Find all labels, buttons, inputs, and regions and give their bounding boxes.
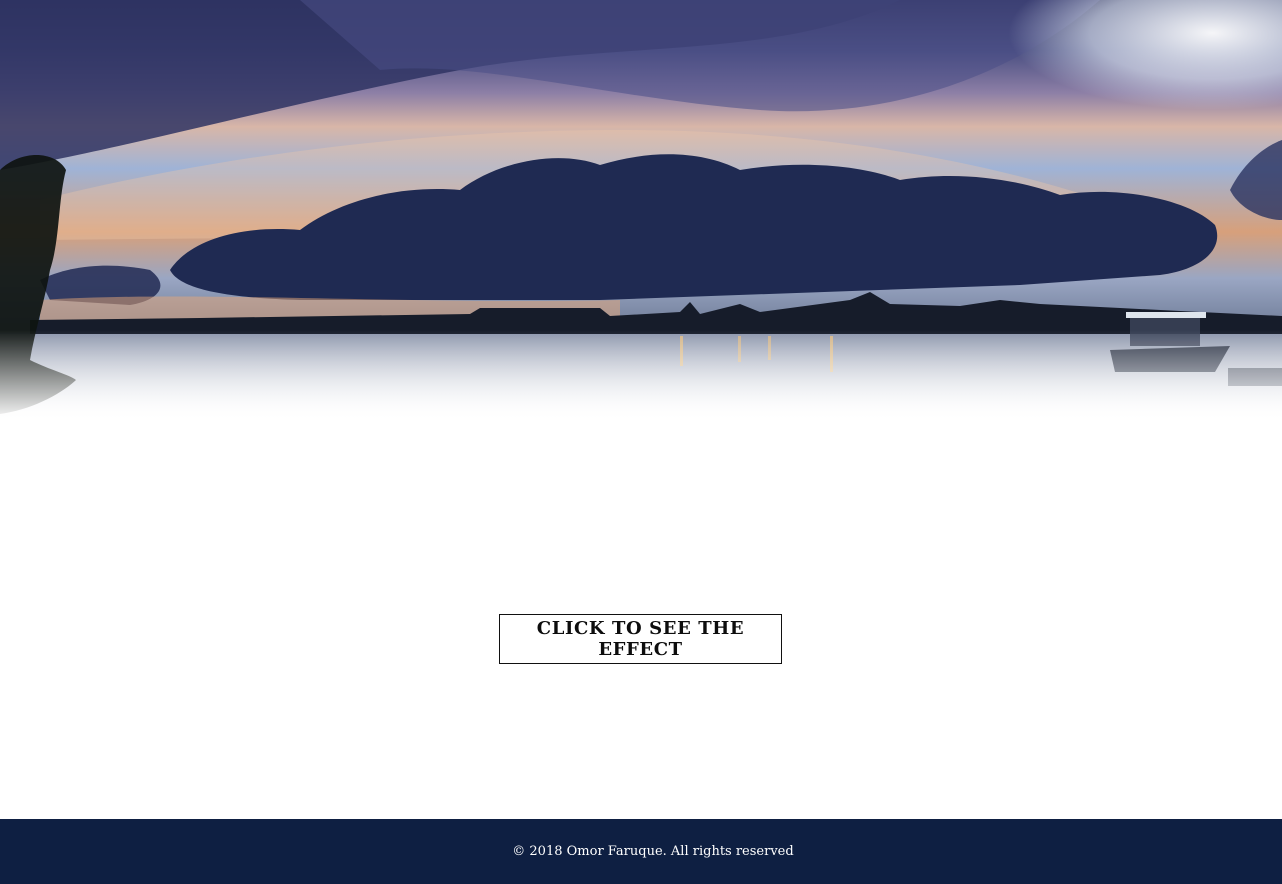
hero-banner <box>0 0 1282 422</box>
footer: © 2018 Omor Faruque. All rights reserved <box>0 819 1282 884</box>
click-to-see-effect-button[interactable]: CLICK TO SEE THE EFFECT <box>499 614 782 664</box>
sunset-lagoon-image <box>0 0 1282 422</box>
copyright-text: © 2018 Omor Faruque. All rights reserved <box>512 844 794 859</box>
